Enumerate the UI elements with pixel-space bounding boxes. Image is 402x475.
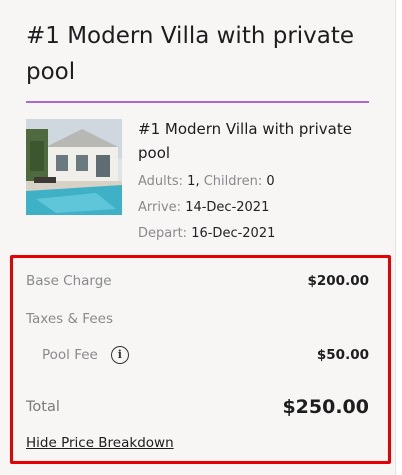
total-label: Total bbox=[26, 399, 60, 415]
base-charge-row: Base Charge $200.00 bbox=[26, 273, 369, 289]
price-breakdown: Base Charge $200.00 Taxes & Fees Pool Fe… bbox=[10, 255, 391, 464]
booking-summary-panel: #1 Modern Villa with private pool #1 Mod… bbox=[0, 0, 396, 475]
depart-value: 16-Dec-2021 bbox=[191, 226, 276, 241]
depart-line: Depart: 16-Dec-2021 bbox=[138, 221, 378, 247]
base-charge-value: $200.00 bbox=[307, 273, 370, 289]
total-value: $250.00 bbox=[282, 396, 369, 418]
taxes-fees-label: Taxes & Fees bbox=[26, 311, 113, 327]
pool-fee-row: Pool Fee i $50.00 bbox=[42, 346, 369, 364]
pool-fee-label: Pool Fee bbox=[42, 347, 98, 363]
hide-price-breakdown-link[interactable]: Hide Price Breakdown bbox=[26, 435, 174, 451]
room-name: #1 Modern Villa with private pool bbox=[138, 120, 352, 162]
depart-label: Depart: bbox=[138, 226, 188, 241]
arrive-line: Arrive: 14-Dec-2021 bbox=[138, 195, 378, 221]
booking-details: #1 Modern Villa with private pool Adults… bbox=[138, 117, 378, 247]
villa-thumbnail bbox=[26, 119, 122, 215]
total-row: Total $250.00 bbox=[26, 396, 369, 418]
villa-photo bbox=[26, 119, 122, 215]
arrive-value: 14-Dec-2021 bbox=[185, 200, 270, 215]
base-charge-label: Base Charge bbox=[26, 273, 112, 289]
guests-line: Adults: 1, Children: 0 bbox=[138, 174, 275, 189]
arrive-label: Arrive: bbox=[138, 200, 182, 215]
page-title: #1 Modern Villa with private pool bbox=[26, 23, 355, 85]
children-label: Children: bbox=[203, 174, 263, 189]
pool-fee-value: $50.00 bbox=[316, 347, 369, 363]
adults-label: Adults: bbox=[138, 174, 184, 189]
info-icon[interactable]: i bbox=[110, 346, 129, 364]
title-divider bbox=[26, 101, 369, 103]
taxes-fees-row: Taxes & Fees bbox=[26, 311, 369, 327]
children-value: 0 bbox=[266, 174, 275, 189]
